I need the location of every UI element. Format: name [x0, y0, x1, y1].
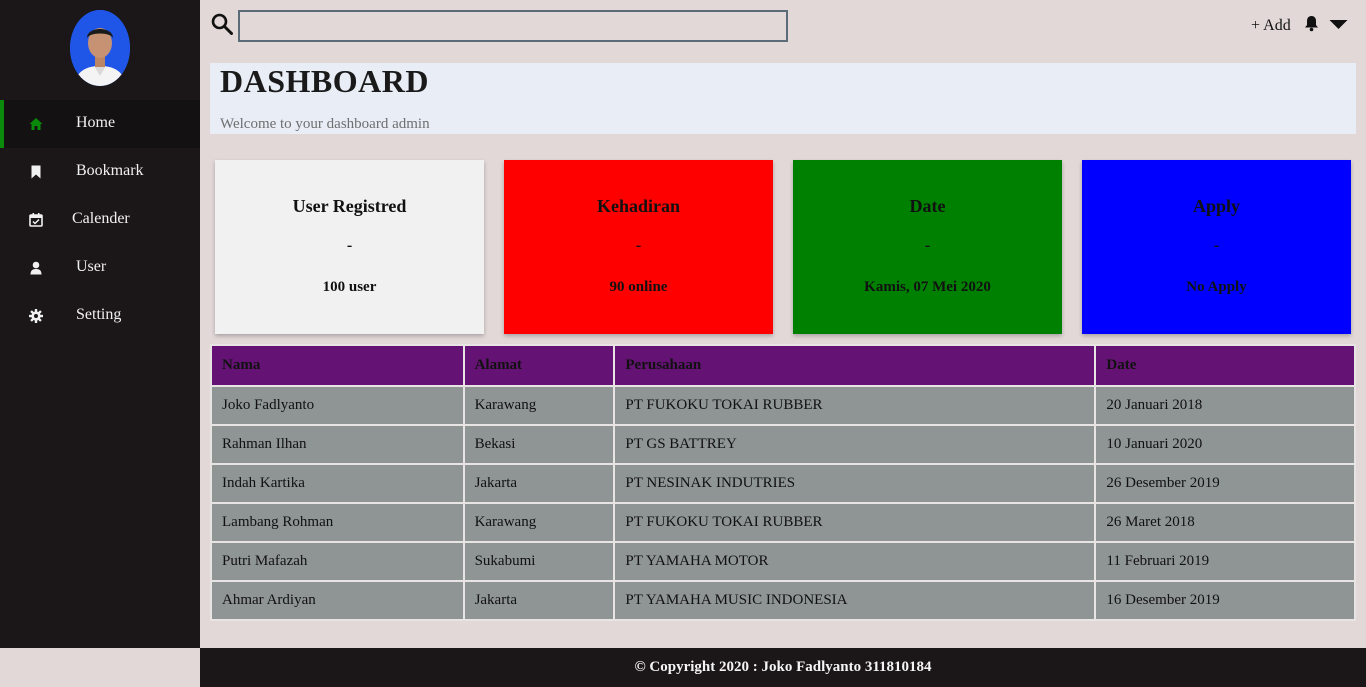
- table-cell: 26 Maret 2018: [1094, 502, 1356, 543]
- card-title: User Registred: [292, 196, 407, 216]
- table-cell: PT YAMAHA MUSIC INDONESIA: [613, 580, 1097, 621]
- copyright-text: © Copyright 2020 : Joko Fadlyanto 311810…: [634, 659, 932, 675]
- data-table: Nama Alamat Perusahaan Date Joko Fadlyan…: [210, 344, 1356, 621]
- search-input[interactable]: [238, 10, 788, 42]
- sidebar-item-label: Bookmark: [76, 162, 144, 179]
- page-subtitle: Welcome to your dashboard admin: [220, 116, 430, 132]
- sidebar-item-home[interactable]: Home: [0, 100, 200, 148]
- table-row[interactable]: Joko Fadlyanto Karawang PT FUKOKU TOKAI …: [210, 385, 1356, 426]
- card-title: Date: [909, 196, 946, 216]
- bell-icon[interactable]: [1304, 15, 1319, 32]
- table-cell: 16 Desember 2019: [1094, 580, 1356, 621]
- table-cell: Sukabumi: [462, 541, 616, 582]
- sidebar-item-bookmark[interactable]: Bookmark: [0, 148, 200, 196]
- table-cell: PT YAMAHA MOTOR: [613, 541, 1097, 582]
- table-row[interactable]: Rahman Ilhan Bekasi PT GS BATTREY 10 Jan…: [210, 424, 1356, 465]
- table-cell: PT FUKOKU TOKAI RUBBER: [613, 385, 1097, 426]
- table-cell: 20 Januari 2018: [1094, 385, 1356, 426]
- card-apply[interactable]: Apply - No Apply: [1082, 160, 1351, 334]
- table-cell: 26 Desember 2019: [1094, 463, 1356, 504]
- bookmark-icon: [31, 165, 41, 179]
- table-cell: 11 Februari 2019: [1094, 541, 1356, 582]
- home-icon: [29, 118, 43, 130]
- column-header-date[interactable]: Date: [1094, 344, 1356, 387]
- column-header-perusahaan[interactable]: Perusahaan: [613, 344, 1097, 387]
- table-cell: PT FUKOKU TOKAI RUBBER: [613, 502, 1097, 543]
- card-date[interactable]: Date - Kamis, 07 Mei 2020: [793, 160, 1062, 334]
- table-cell: Jakarta: [462, 580, 616, 621]
- column-header-alamat[interactable]: Alamat: [462, 344, 616, 387]
- table-row[interactable]: Lambang Rohman Karawang PT FUKOKU TOKAI …: [210, 502, 1356, 543]
- table-cell: 10 Januari 2020: [1094, 424, 1356, 465]
- card-kehadiran[interactable]: Kehadiran - 90 online: [504, 160, 773, 334]
- table-cell: Bekasi: [462, 424, 616, 465]
- card-user-registred[interactable]: User Registred - 100 user: [215, 160, 484, 334]
- card-value: 100 user: [322, 279, 377, 295]
- sidebar-item-label: Setting: [76, 306, 122, 323]
- table-cell: PT GS BATTREY: [613, 424, 1097, 465]
- sidebar-item-label: User: [76, 258, 107, 275]
- table-header-row: Nama Alamat Perusahaan Date: [210, 344, 1356, 387]
- card-title: Kehadiran: [596, 196, 680, 216]
- table-cell: Rahman Ilhan: [210, 424, 465, 465]
- sidebar-nav: Home Bookmark Calender User Setting: [0, 100, 200, 340]
- table-row[interactable]: Putri Mafazah Sukabumi PT YAMAHA MOTOR 1…: [210, 541, 1356, 582]
- sidebar-item-label: Home: [76, 114, 116, 131]
- card-separator: -: [924, 237, 931, 254]
- gear-icon: [29, 309, 43, 323]
- footer: © Copyright 2020 : Joko Fadlyanto 311810…: [200, 648, 1366, 687]
- table-cell: Karawang: [462, 502, 616, 543]
- card-title: Apply: [1192, 196, 1241, 216]
- card-value: No Apply: [1186, 279, 1247, 295]
- card-separator: -: [346, 237, 353, 254]
- card-separator: -: [1213, 237, 1220, 254]
- card-value: 90 online: [609, 279, 668, 295]
- table-cell: Indah Kartika: [210, 463, 465, 504]
- search-icon[interactable]: [211, 13, 233, 35]
- user-icon: [30, 261, 42, 275]
- calendar-icon: [29, 213, 43, 227]
- column-header-nama[interactable]: Nama: [210, 344, 465, 387]
- page-title: DASHBOARD: [220, 63, 429, 99]
- sidebar-item-user[interactable]: User: [0, 244, 200, 292]
- table-row[interactable]: Indah Kartika Jakarta PT NESINAK INDUTRI…: [210, 463, 1356, 504]
- sidebar: Home Bookmark Calender User Setting: [0, 0, 200, 648]
- table-cell: Lambang Rohman: [210, 502, 465, 543]
- avatar[interactable]: [70, 10, 130, 86]
- card-value: Kamis, 07 Mei 2020: [864, 279, 991, 295]
- add-button[interactable]: + Add: [1251, 17, 1291, 35]
- table-cell: PT NESINAK INDUTRIES: [613, 463, 1097, 504]
- card-separator: -: [635, 237, 642, 254]
- table-cell: Ahmar Ardiyan: [210, 580, 465, 621]
- table-cell: Jakarta: [462, 463, 616, 504]
- table-cell: Putri Mafazah: [210, 541, 465, 582]
- sidebar-item-setting[interactable]: Setting: [0, 292, 200, 340]
- page-header: DASHBOARD Welcome to your dashboard admi…: [210, 63, 1356, 134]
- table-row[interactable]: Ahmar Ardiyan Jakarta PT YAMAHA MUSIC IN…: [210, 580, 1356, 621]
- sidebar-item-calender[interactable]: Calender: [0, 196, 200, 244]
- table-cell: Karawang: [462, 385, 616, 426]
- table-cell: Joko Fadlyanto: [210, 385, 465, 426]
- sidebar-item-label: Calender: [72, 210, 130, 227]
- chevron-down-icon[interactable]: [1329, 19, 1348, 30]
